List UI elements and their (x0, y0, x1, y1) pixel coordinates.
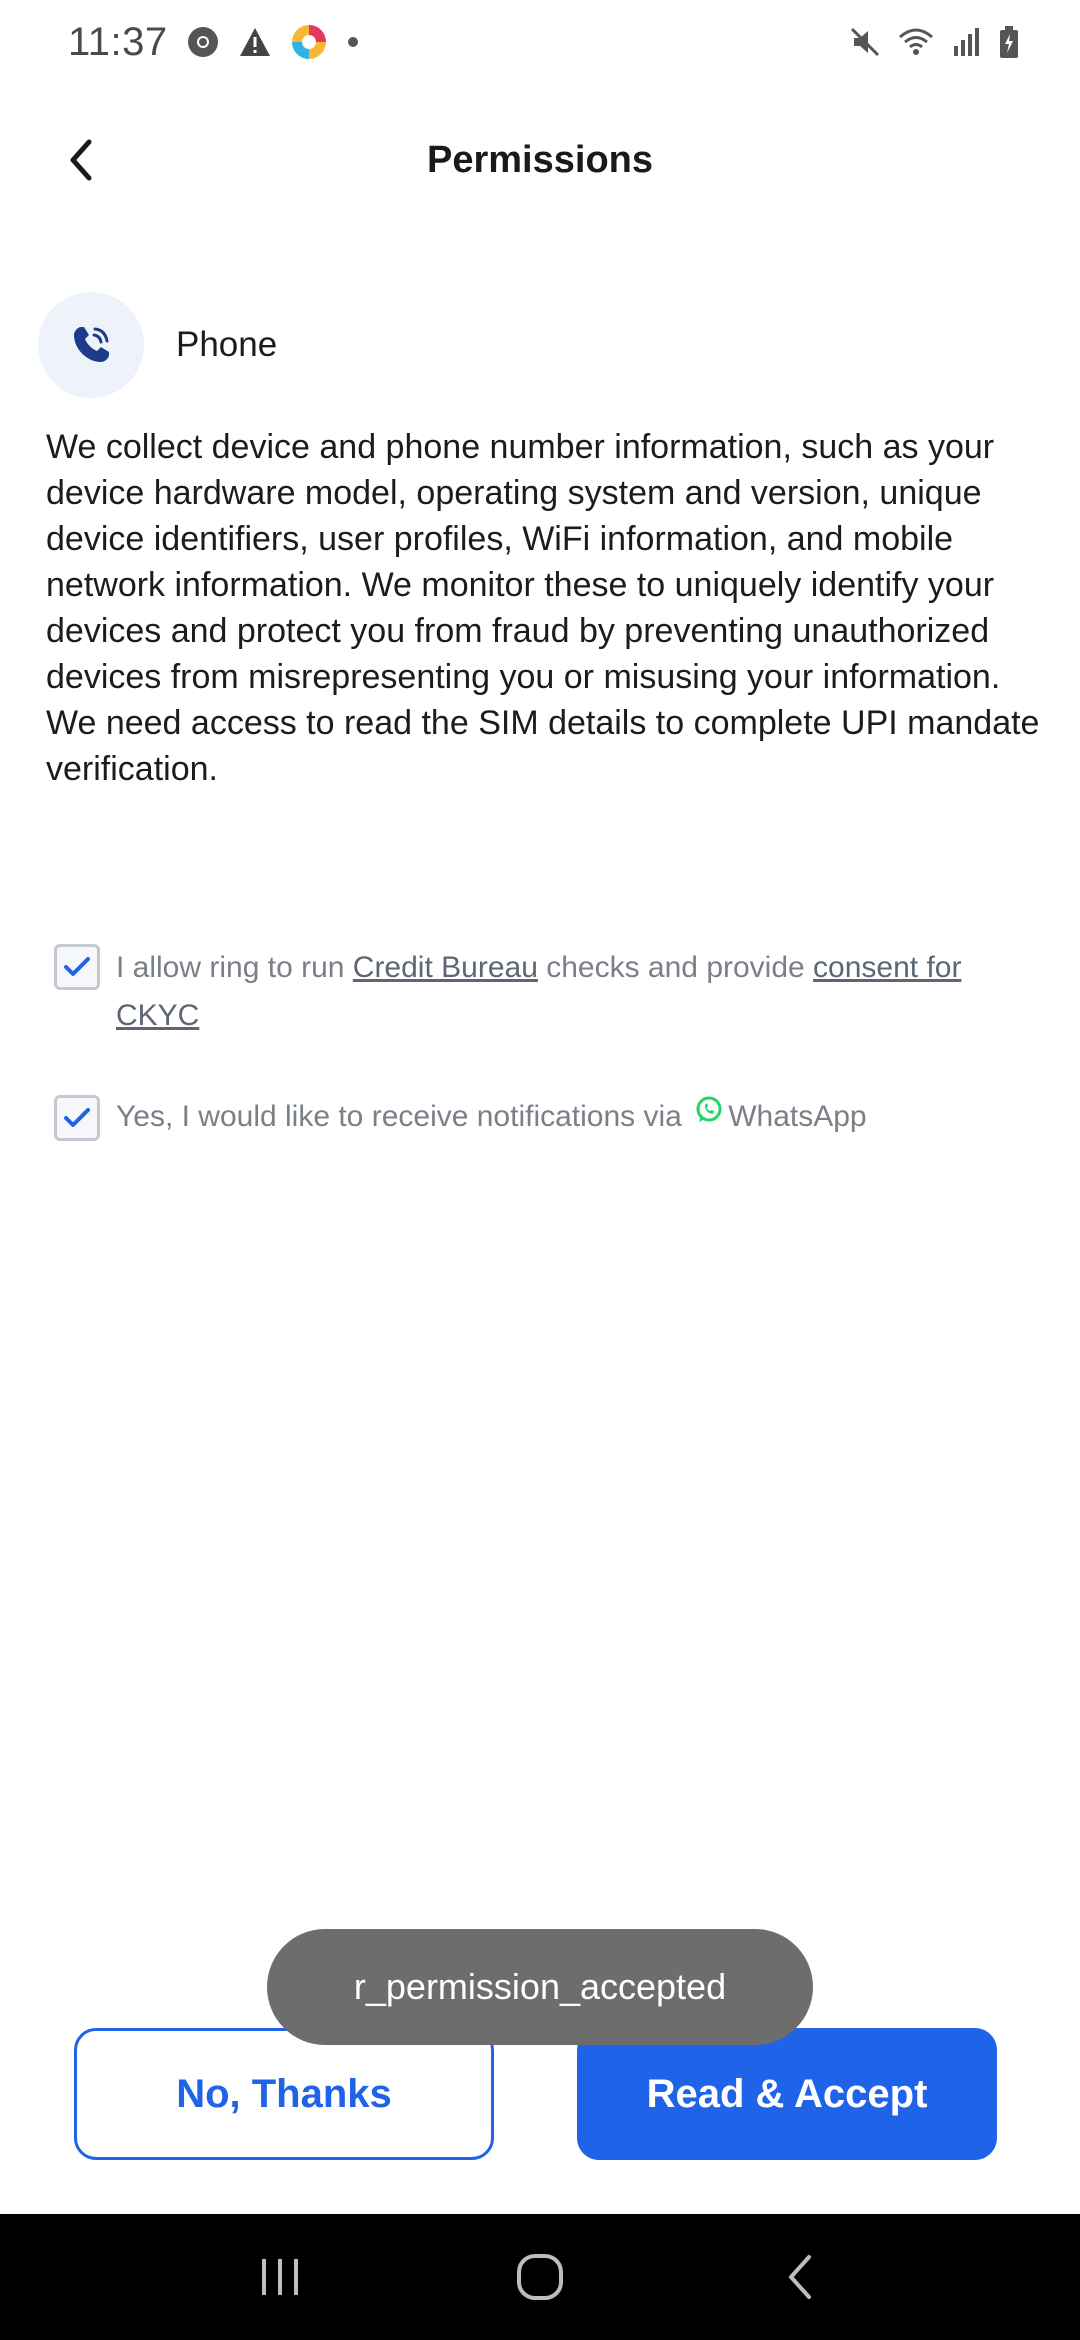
credit-bureau-link[interactable]: Credit Bureau (353, 951, 538, 984)
check-icon (64, 957, 90, 976)
consent-whatsapp-text: Yes, I would like to receive notificatio… (116, 1092, 867, 1144)
consent-whatsapp-checkbox[interactable] (54, 1095, 100, 1141)
consent-bureau-row: I allow ring to run Credit Bureau checks… (54, 944, 994, 1040)
recent-apps-button[interactable] (240, 2237, 320, 2317)
permission-label: Phone (176, 325, 278, 364)
page-title: Permissions (427, 138, 653, 181)
back-arrow-icon (70, 139, 92, 181)
consent-bureau-middle: checks and provide (537, 951, 814, 984)
back-button[interactable] (50, 130, 110, 190)
read-accept-button[interactable]: Read & Accept (577, 2028, 997, 2160)
mute-icon (848, 25, 882, 59)
app-icon (290, 23, 328, 61)
phone-icon (38, 292, 144, 398)
home-button[interactable] (500, 2237, 580, 2317)
back-nav-button[interactable] (760, 2237, 840, 2317)
description-paragraph-1: We collect device and phone number infor… (46, 428, 1001, 696)
consent-bureau-checkbox[interactable] (54, 944, 100, 990)
consent-whatsapp-prefix: Yes, I would like to receive notificatio… (116, 1099, 682, 1133)
check-icon (64, 1108, 90, 1127)
consent-whatsapp-suffix: WhatsApp (728, 1099, 867, 1133)
home-icon (517, 2254, 563, 2300)
signal-icon (950, 26, 984, 58)
warning-icon (238, 26, 272, 58)
system-nav-bar (0, 2214, 1080, 2340)
permission-phone: Phone (38, 292, 277, 398)
chrome-icon (186, 25, 220, 59)
recent-apps-icon (262, 2259, 298, 2295)
status-time: 11:37 (68, 19, 168, 64)
wifi-icon (896, 25, 936, 59)
no-thanks-button[interactable]: No, Thanks (74, 2028, 494, 2160)
description-paragraph-2: We need access to read the SIM details t… (46, 704, 1040, 788)
consent-bureau-prefix: I allow ring to run (116, 951, 353, 984)
permission-description: We collect device and phone number infor… (46, 424, 1046, 792)
consent-whatsapp-row: Yes, I would like to receive notificatio… (54, 1092, 994, 1144)
whatsapp-icon (694, 1092, 724, 1140)
battery-icon (998, 25, 1020, 59)
toast-message: r_permission_accepted (267, 1929, 813, 2045)
back-nav-icon (789, 2255, 811, 2299)
header: Permissions (0, 110, 1080, 210)
status-bar: 11:37 (0, 0, 1080, 84)
permissions-screen: 11:37 Permissions Phone We collect devic… (0, 0, 1080, 2340)
dot-icon (346, 35, 360, 49)
consent-bureau-text: I allow ring to run Credit Bureau checks… (116, 944, 994, 1040)
status-right (848, 25, 1020, 59)
status-left: 11:37 (68, 20, 360, 65)
